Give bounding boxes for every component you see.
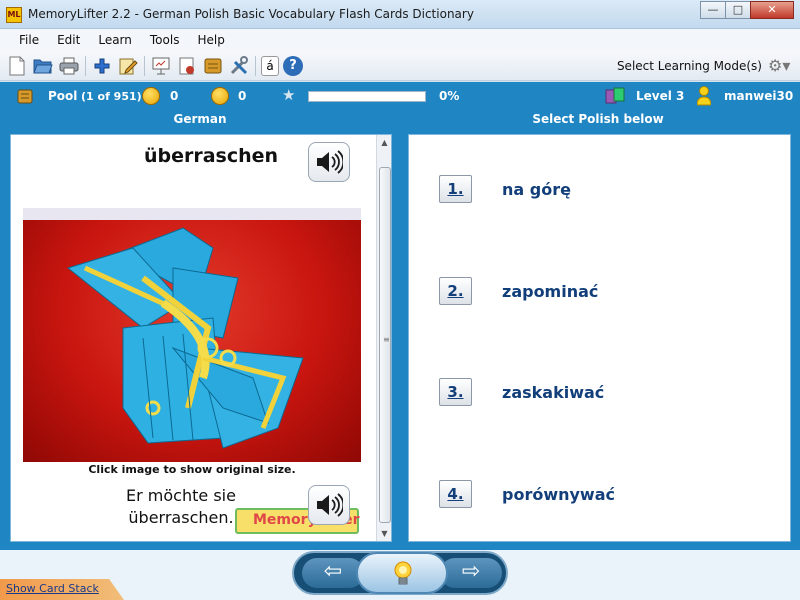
navigation-bar: ⇦ ⇨ — [292, 551, 508, 595]
answer-number-button[interactable]: 2. — [439, 277, 472, 305]
window-controls: — □ ✕ — [700, 1, 794, 19]
minimize-button[interactable]: — — [700, 1, 726, 19]
speaker-icon — [317, 493, 343, 517]
toolbar-separator — [85, 55, 86, 76]
forward-arrow-button[interactable]: ⇨ — [440, 558, 502, 588]
level-label[interactable]: Level 3 — [636, 89, 684, 103]
menu-help[interactable]: Help — [188, 33, 233, 47]
pool-label: Pool — [48, 89, 78, 103]
answer-option[interactable]: 3. zaskakiwać — [439, 378, 604, 406]
question-panel: überraschen Click image to show original… — [10, 134, 392, 542]
print-icon[interactable] — [58, 55, 80, 77]
back-arrow-button[interactable]: ⇦ — [302, 558, 364, 588]
answer-number-button[interactable]: 3. — [439, 378, 472, 406]
add-icon[interactable] — [91, 55, 113, 77]
menu-bar: File Edit Learn Tools Help — [0, 29, 800, 51]
example-line-1: Er möchte sie — [126, 486, 236, 505]
happy-smiley-icon — [142, 87, 160, 105]
edit-icon[interactable] — [117, 55, 139, 77]
maximize-button[interactable]: □ — [725, 1, 751, 19]
special-char-icon[interactable]: á — [261, 55, 279, 76]
question-scrollbar[interactable]: ▲ ≡ ▼ — [376, 135, 391, 541]
show-card-stack-tab[interactable]: Show Card Stack — [0, 579, 124, 600]
toolbar-separator — [255, 55, 256, 76]
card-icon[interactable] — [202, 55, 224, 77]
open-icon[interactable] — [32, 55, 54, 77]
level-box-icon — [605, 87, 625, 104]
lightbulb-icon — [394, 561, 412, 585]
app-logo-icon: ML — [6, 7, 22, 23]
wrong-count: 0 — [238, 89, 247, 103]
play-word-audio-button[interactable] — [308, 142, 350, 182]
menu-edit[interactable]: Edit — [48, 33, 89, 47]
progress-text: 0% — [439, 89, 460, 103]
user-icon — [697, 86, 711, 106]
progress-bar — [308, 91, 426, 102]
pool-icon — [17, 89, 33, 104]
help-icon[interactable]: ? — [283, 55, 303, 76]
answer-column-title: Select Polish below — [532, 112, 664, 126]
answer-number-button[interactable]: 4. — [439, 480, 472, 508]
answer-text[interactable]: porównywać — [502, 485, 615, 504]
pool-count: (1 of 951) — [81, 90, 142, 103]
answer-text[interactable]: na górę — [502, 180, 571, 199]
scroll-down-icon[interactable]: ▼ — [377, 526, 391, 541]
show-card-stack-link[interactable]: Show Card Stack — [6, 582, 99, 595]
card-image[interactable] — [23, 208, 361, 462]
toolbar: á ? Select Learning Mode(s) ⚙▾ — [0, 51, 800, 81]
window-title: MemoryLifter 2.2 - German Polish Basic V… — [28, 7, 474, 21]
right-count: 0 — [170, 89, 179, 103]
learning-mode-label[interactable]: Select Learning Mode(s) — [617, 59, 762, 73]
close-button[interactable]: ✕ — [750, 1, 794, 19]
sad-smiley-icon — [211, 87, 229, 105]
play-example-audio-button[interactable] — [308, 485, 350, 525]
status-bar: Pool (1 of 951) 0 0 ★ 0% Level 3 manwei3… — [0, 82, 800, 110]
title-bar: ML MemoryLifter 2.2 - German Polish Basi… — [0, 0, 800, 29]
answer-text[interactable]: zapominać — [502, 282, 598, 301]
new-icon[interactable] — [6, 55, 28, 77]
user-name[interactable]: manwei30 — [724, 89, 793, 103]
toolbar-separator — [144, 55, 145, 76]
question-word: überraschen — [143, 145, 279, 167]
scroll-up-icon[interactable]: ▲ — [377, 135, 391, 150]
settings-tools-icon[interactable] — [228, 55, 250, 77]
answer-panel: 1. na górę 2. zapominać 3. zaskakiwać 4.… — [408, 134, 791, 542]
speaker-icon — [317, 150, 343, 174]
answer-text[interactable]: zaskakiwać — [502, 383, 604, 402]
answer-option[interactable]: 1. na górę — [439, 175, 571, 203]
answer-option[interactable]: 2. zapominać — [439, 277, 598, 305]
hint-button[interactable] — [356, 552, 448, 594]
menu-tools[interactable]: Tools — [141, 33, 189, 47]
star-icon: ★ — [282, 86, 296, 104]
question-column-title: German — [173, 112, 227, 126]
origami-fan-image — [23, 208, 361, 449]
menu-learn[interactable]: Learn — [89, 33, 141, 47]
menu-file[interactable]: File — [10, 33, 48, 47]
presentation-icon[interactable] — [150, 55, 172, 77]
statistics-icon[interactable] — [176, 55, 198, 77]
answer-number-button[interactable]: 1. — [439, 175, 472, 203]
answer-option[interactable]: 4. porównywać — [439, 480, 615, 508]
scrollbar-thumb[interactable]: ≡ — [379, 167, 391, 523]
image-caption: Click image to show original size. — [88, 463, 296, 476]
scrollbar-grip: ≡ — [383, 335, 390, 344]
learning-mode-gear-icon[interactable]: ⚙▾ — [768, 56, 792, 76]
